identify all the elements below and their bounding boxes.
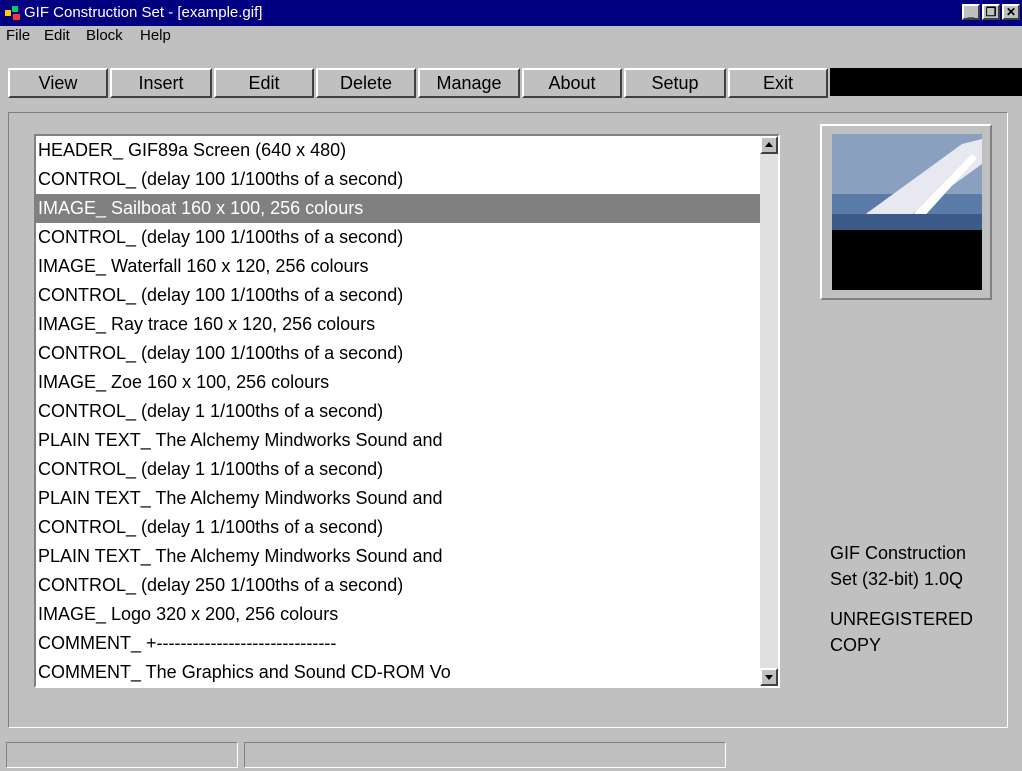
- vertical-scrollbar[interactable]: [760, 136, 778, 686]
- menu-file[interactable]: File: [6, 26, 30, 46]
- sailboat-thumbnail: [832, 134, 982, 290]
- block-list-item[interactable]: CONTROL_ (delay 100 1/100ths of a second…: [36, 339, 762, 368]
- insert-button[interactable]: Insert: [110, 68, 212, 98]
- close-button[interactable]: ✕: [1002, 4, 1020, 20]
- delete-button[interactable]: Delete: [316, 68, 416, 98]
- block-list-item[interactable]: CONTROL_ (delay 100 1/100ths of a second…: [36, 165, 762, 194]
- setup-button[interactable]: Setup: [624, 68, 726, 98]
- block-list-item[interactable]: CONTROL_ (delay 100 1/100ths of a second…: [36, 281, 762, 310]
- about-button[interactable]: About: [522, 68, 622, 98]
- menu-help[interactable]: Help: [140, 26, 171, 46]
- block-list-item[interactable]: CONTROL_ (delay 1 1/100ths of a second): [36, 513, 762, 542]
- block-list-item[interactable]: CONTROL_ (delay 100 1/100ths of a second…: [36, 223, 762, 252]
- block-list-item[interactable]: PLAIN TEXT_ The Alchemy Mindworks Sound …: [36, 426, 762, 455]
- status-bar: [0, 736, 1022, 771]
- menu-edit[interactable]: Edit: [44, 26, 70, 46]
- registration-line-1: UNREGISTERED: [830, 609, 974, 629]
- app-icon: [5, 6, 20, 20]
- app-name-line: GIF Construction: [830, 543, 967, 563]
- menu-bar: File Edit Block Help: [0, 26, 1022, 46]
- exit-button[interactable]: Exit: [728, 68, 828, 98]
- image-preview: [832, 134, 982, 290]
- arrow-down-icon: [765, 675, 773, 680]
- block-list-item[interactable]: IMAGE_ Ray trace 160 x 120, 256 colours: [36, 310, 762, 339]
- view-button[interactable]: View: [8, 68, 108, 98]
- manage-button[interactable]: Manage: [418, 68, 520, 98]
- minimize-button[interactable]: _: [962, 4, 980, 20]
- block-list-items: HEADER_ GIF89a Screen (640 x 480) CONTROL…: [36, 136, 762, 686]
- block-list-item[interactable]: PLAIN TEXT_ The Alchemy Mindworks Sound …: [36, 542, 762, 571]
- title-bar: GIF Construction Set - [example.gif] _ ❒…: [0, 0, 1022, 26]
- image-preview-frame: [820, 124, 992, 300]
- block-list-item[interactable]: CONTROL_ (delay 250 1/100ths of a second…: [36, 571, 762, 600]
- registration-line-2: COPY: [830, 635, 882, 655]
- edit-button[interactable]: Edit: [214, 68, 314, 98]
- scroll-down-button[interactable]: [760, 668, 778, 686]
- scroll-up-button[interactable]: [760, 136, 778, 154]
- block-list-item[interactable]: CONTROL_ (delay 1 1/100ths of a second): [36, 397, 762, 426]
- block-list[interactable]: HEADER_ GIF89a Screen (640 x 480) CONTROL…: [34, 134, 780, 688]
- block-list-item[interactable]: IMAGE_ Zoe 160 x 100, 256 colours: [36, 368, 762, 397]
- block-list-item[interactable]: IMAGE_ Sailboat 160 x 100, 256 colours: [36, 194, 762, 223]
- status-cell-2: [244, 742, 726, 768]
- block-list-item[interactable]: HEADER_ GIF89a Screen (640 x 480): [36, 136, 762, 165]
- version-line: Set (32-bit) 1.0Q: [830, 569, 964, 589]
- block-list-item[interactable]: COMMENT_ The Graphics and Sound CD-ROM V…: [36, 658, 762, 686]
- block-list-item[interactable]: CONTROL_ (delay 1 1/100ths of a second): [36, 455, 762, 484]
- maximize-button[interactable]: ❒: [982, 4, 1000, 20]
- arrow-up-icon: [765, 142, 773, 147]
- block-list-item[interactable]: COMMENT_ +------------------------------: [36, 629, 762, 658]
- block-list-item[interactable]: PLAIN TEXT_ The Alchemy Mindworks Sound …: [36, 484, 762, 513]
- menu-block[interactable]: Block: [86, 26, 123, 46]
- window-title: GIF Construction Set - [example.gif]: [24, 4, 263, 21]
- block-list-item[interactable]: IMAGE_ Logo 320 x 200, 256 colours: [36, 600, 762, 629]
- status-cell-1: [6, 742, 238, 768]
- version-info: GIF Construction Set (32-bit) 1.0Q UNREG…: [830, 540, 1010, 658]
- block-list-item[interactable]: IMAGE_ Waterfall 160 x 120, 256 colours: [36, 252, 762, 281]
- toolbar-spacer: [830, 68, 1022, 96]
